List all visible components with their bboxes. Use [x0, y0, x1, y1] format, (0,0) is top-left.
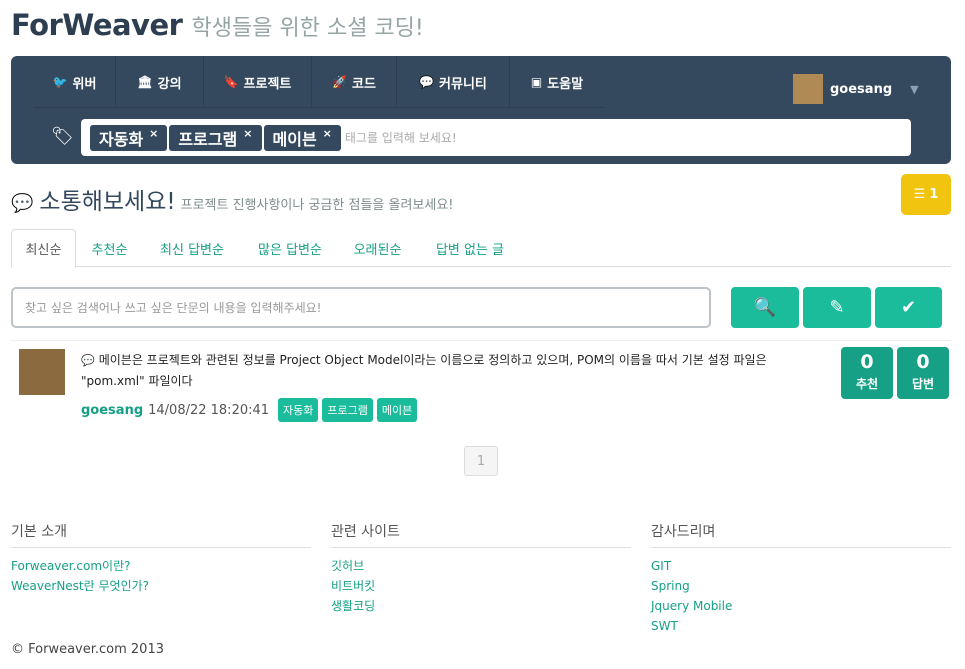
- post-meta: goesang 14/08/22 18:20:41 자동화 프로그램 메이븐: [81, 398, 421, 422]
- nav-item-code[interactable]: 🚀 코드: [312, 56, 397, 108]
- database-icon: ☰: [913, 187, 926, 202]
- footer-link[interactable]: Jquery Mobile: [651, 596, 951, 616]
- university-icon: 🏛: [137, 75, 153, 89]
- brand[interactable]: ForWeaver 학생들을 위한 소셜 코딩!: [11, 8, 424, 42]
- user-avatar: [793, 74, 823, 104]
- tab-most-answers[interactable]: 많은 답변순: [241, 229, 339, 267]
- search-input[interactable]: 찾고 싶은 검색어나 쓰고 싶은 단문의 내용을 입력해주세요!: [11, 287, 711, 328]
- filter-tag[interactable]: 프로그램 ×: [169, 124, 262, 151]
- nav-item-weaver[interactable]: 🐦 위버: [34, 56, 116, 108]
- search-icon: 🔍: [753, 297, 777, 318]
- remove-tag-icon[interactable]: ×: [243, 127, 252, 140]
- comments-icon: 💬: [11, 193, 34, 214]
- footer-col-intro: 기본 소개 Forweaver.com이란? WeaverNest란 무엇인가?: [11, 521, 311, 596]
- user-name: goesang: [830, 81, 893, 97]
- bookmark-icon: 🔖: [223, 75, 239, 89]
- footer-col-sites: 관련 사이트 깃허브 비트버킷 생활코딩: [331, 521, 631, 616]
- footer-link[interactable]: WeaverNest란 무엇인가?: [11, 576, 311, 596]
- footer-link[interactable]: Forweaver.com이란?: [11, 556, 311, 576]
- copyright: © Forweaver.com 2013: [11, 642, 164, 657]
- sort-tabs: 최신순 추천순 최신 답변순 많은 답변순 오래된순 답변 없는 글: [11, 229, 951, 268]
- post-author[interactable]: goesang: [81, 403, 143, 418]
- post-tag[interactable]: 자동화: [278, 398, 319, 422]
- footer-col-thanks: 감사드리며 GIT Spring Jquery Mobile SWT: [651, 521, 951, 636]
- tag-icon: 🏷: [51, 126, 74, 147]
- section-subtitle: 프로젝트 진행사항이나 궁금한 점들을 올려보세요!: [180, 198, 454, 213]
- help-icon: ▣: [530, 75, 543, 89]
- brand-subtitle: 학생들을 위한 소셜 코딩!: [191, 16, 424, 41]
- filter-tag-label: 프로그램: [178, 129, 238, 149]
- recommend-count: 0: [860, 351, 874, 373]
- coin-button[interactable]: ☰ 1: [901, 174, 951, 215]
- post-date: 14/08/22 18:20:41: [148, 402, 270, 418]
- tab-unanswered[interactable]: 답변 없는 글: [416, 229, 524, 267]
- navbar: 🐦 위버 🏛 강의 🔖 프로젝트 🚀 코드 💬 커뮤니티 ▣ 도움말 goesa…: [11, 56, 951, 164]
- comment-icon: 💬: [81, 354, 95, 367]
- answer-count-button[interactable]: 0 답변: [897, 347, 949, 399]
- pencil-icon: ✎: [829, 297, 845, 318]
- footer-col-title: 기본 소개: [11, 521, 311, 548]
- recommend-count-button[interactable]: 0 추천: [841, 347, 893, 399]
- post-body[interactable]: 💬 메이븐은 프로젝트와 관련된 정보를 Project Object Model…: [81, 350, 781, 392]
- remove-tag-icon[interactable]: ×: [323, 127, 332, 140]
- nav-item-label: 코드: [352, 76, 376, 92]
- nav-item-label: 강의: [157, 76, 182, 92]
- nav-divider: [34, 107, 604, 108]
- filter-tag-label: 메이븐: [272, 129, 317, 149]
- nav-item-label: 위버: [72, 76, 97, 92]
- nav-item-help[interactable]: ▣ 도움말: [510, 56, 604, 108]
- post-item: 💬 메이븐은 프로젝트와 관련된 정보를 Project Object Model…: [11, 340, 951, 435]
- post-tag[interactable]: 프로그램: [322, 398, 373, 422]
- brand-name[interactable]: ForWeaver: [11, 8, 183, 42]
- filter-tag[interactable]: 메이븐 ×: [263, 124, 341, 151]
- caret-down-icon: ▼: [910, 82, 919, 96]
- post-text: 메이븐은 프로젝트와 관련된 정보를 Project Object Model이…: [81, 353, 767, 388]
- comments-icon: 💬: [419, 75, 435, 89]
- footer-link[interactable]: Spring: [651, 576, 951, 596]
- nav-item-label: 프로젝트: [243, 76, 292, 92]
- nav-item-label: 커뮤니티: [439, 76, 487, 92]
- search-button[interactable]: 🔍: [731, 287, 799, 328]
- check-icon: ✔: [900, 297, 917, 318]
- tab-latest-answer[interactable]: 최신 답변순: [143, 229, 241, 267]
- nav-item-project[interactable]: 🔖 프로젝트: [204, 56, 312, 108]
- nav-item-lecture[interactable]: 🏛 강의: [116, 56, 204, 108]
- coin-count: 1: [929, 187, 939, 202]
- pagination-page[interactable]: 1: [464, 446, 498, 476]
- tab-latest[interactable]: 최신순: [11, 229, 76, 268]
- post-tag[interactable]: 메이븐: [376, 398, 418, 422]
- recommend-label: 추천: [855, 377, 879, 391]
- nav-item-community[interactable]: 💬 커뮤니티: [397, 56, 510, 108]
- remove-tag-icon[interactable]: ×: [149, 127, 158, 140]
- footer-link[interactable]: SWT: [651, 616, 951, 636]
- twitter-icon: 🐦: [52, 75, 68, 89]
- tab-recommended[interactable]: 추천순: [76, 229, 143, 267]
- section-heading: 💬 소통해보세요! 프로젝트 진행사항이나 궁금한 점들을 올려보세요!: [11, 182, 454, 216]
- rocket-icon: 🚀: [332, 75, 348, 89]
- filter-tag[interactable]: 자동화 ×: [90, 124, 168, 151]
- answer-label: 답변: [911, 377, 935, 391]
- nav-item-label: 도움말: [547, 76, 584, 92]
- section-title: 소통해보세요!: [39, 189, 176, 215]
- author-avatar[interactable]: [19, 349, 65, 395]
- tab-oldest[interactable]: 오래된순: [339, 229, 416, 267]
- tag-input[interactable]: 자동화 × 프로그램 × 메이븐 × 태그를 입력해 보세요!: [81, 119, 911, 156]
- write-button[interactable]: ✎: [803, 287, 871, 328]
- footer-col-title: 감사드리며: [651, 521, 951, 548]
- footer-link[interactable]: 깃허브: [331, 556, 631, 576]
- footer-col-title: 관련 사이트: [331, 521, 631, 548]
- answer-count: 0: [916, 351, 930, 373]
- tag-input-placeholder: 태그를 입력해 보세요!: [344, 131, 457, 145]
- user-menu[interactable]: goesang ▼: [785, 62, 929, 116]
- filter-tag-label: 자동화: [99, 129, 144, 149]
- footer-link[interactable]: 생활코딩: [331, 596, 631, 616]
- submit-button[interactable]: ✔: [875, 287, 942, 328]
- footer-link[interactable]: GIT: [651, 556, 951, 576]
- footer-link[interactable]: 비트버킷: [331, 576, 631, 596]
